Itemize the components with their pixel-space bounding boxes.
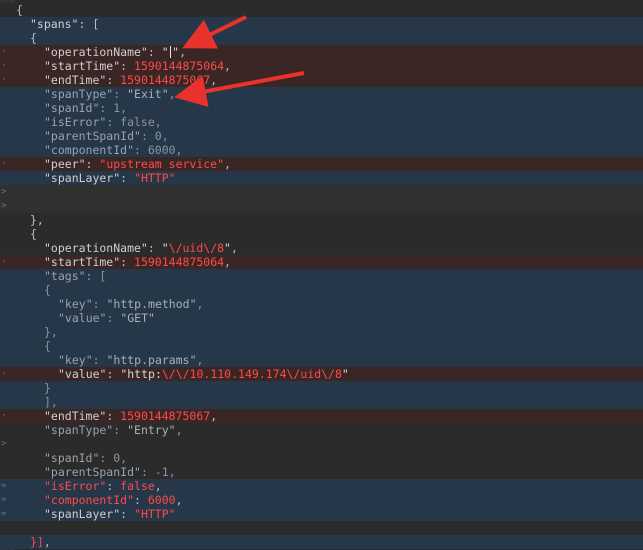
annotation-arrows: [174, 15, 305, 108]
arrow-to-operation-name: [182, 15, 247, 49]
arrow-to-span-type: [174, 71, 305, 108]
